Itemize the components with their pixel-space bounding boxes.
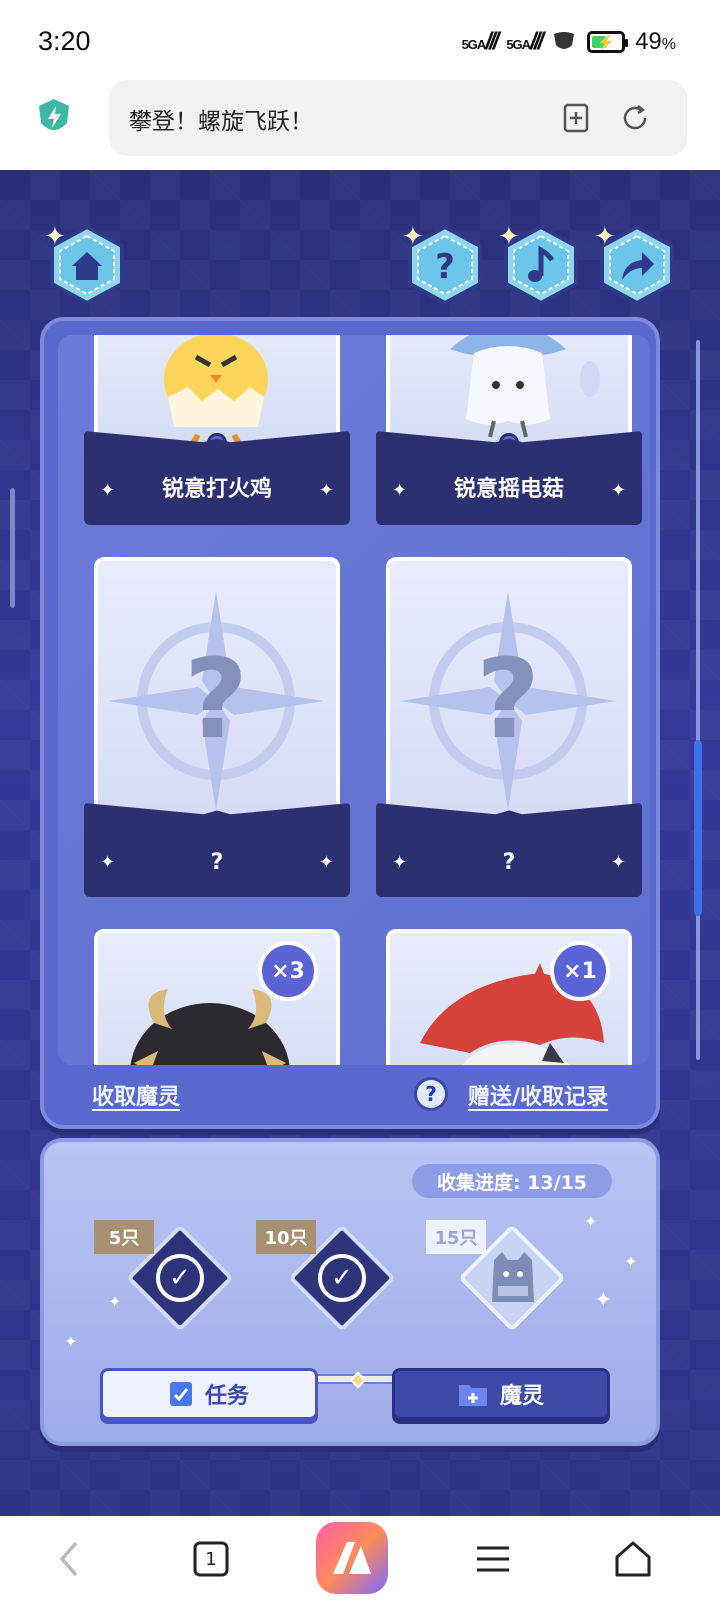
card-art: ? xyxy=(94,557,340,827)
hamburger-menu-icon xyxy=(477,1546,509,1572)
back-button[interactable] xyxy=(46,1536,92,1582)
card-scroll-thumb[interactable] xyxy=(694,740,702,916)
collection-panel: ✦ 锐意打火鸡 ✦ ✦ 锐意摇电菇 ✦ ? ✦ ? ✦ ? ✦ ? ✦ ×3 ×… xyxy=(40,317,660,1129)
sparkle-icon: ✦ xyxy=(594,222,616,252)
ai-logo-icon xyxy=(333,1542,371,1574)
tabs-button[interactable]: 1 xyxy=(188,1536,234,1582)
help-question-icon[interactable]: ? xyxy=(414,1077,448,1111)
card-name: 锐意打火鸡 xyxy=(161,477,272,502)
chevron-left-icon xyxy=(59,1541,78,1577)
check-icon: ✓ xyxy=(318,1254,366,1302)
status-bar: 3:20 5GA/// 5GA/// ⚡ 49% xyxy=(0,0,720,80)
spirit-card[interactable]: ✦ 锐意打火鸡 ✦ xyxy=(84,335,350,525)
spirit-card[interactable]: ×1 xyxy=(376,929,642,1065)
card-grid[interactable]: ✦ 锐意打火鸡 ✦ ✦ 锐意摇电菇 ✦ ? ✦ ? ✦ ? ✦ ? ✦ ×3 ×… xyxy=(58,335,650,1065)
task-button[interactable]: 任务 xyxy=(100,1368,318,1420)
sparkle-icon: ✦ xyxy=(318,480,334,501)
progress-title: 收集进度: 13/15 xyxy=(412,1164,612,1198)
milestone-label: 10只 xyxy=(256,1220,316,1254)
security-shield-icon[interactable] xyxy=(36,97,72,137)
reload-icon[interactable] xyxy=(619,102,651,134)
sparkle-icon: ✦ xyxy=(402,222,424,252)
ai-assistant-button[interactable] xyxy=(316,1522,388,1594)
music-button[interactable]: ✦ xyxy=(498,222,582,306)
battery-percent: 49% xyxy=(635,28,676,55)
home-outline-icon xyxy=(615,1541,651,1577)
share-button[interactable]: ✦ xyxy=(594,222,678,306)
card-scroll-track[interactable] xyxy=(696,340,700,1060)
sparkle-icon: ✦ xyxy=(610,480,626,501)
card-nameplate: ✦ ? ✦ xyxy=(84,803,350,897)
card-nameplate: ✦ ? ✦ xyxy=(376,803,642,897)
sparkle-icon: ✦ xyxy=(318,852,334,873)
milestone-5[interactable]: ✓ 5只 xyxy=(94,1220,234,1332)
svg-text:?: ? xyxy=(184,635,248,763)
task-doc-icon xyxy=(169,1382,192,1406)
gift-record-link[interactable]: 赠送/收取记录 xyxy=(468,1079,608,1111)
page-scrollbar[interactable] xyxy=(10,488,15,608)
panel-footer: 收取魔灵 ? 赠送/收取记录 xyxy=(58,1069,650,1119)
signal-icon: 5GA/// xyxy=(506,28,544,55)
clock: 3:20 xyxy=(38,26,91,56)
locked-card[interactable]: ? ✦ ? ✦ xyxy=(376,557,642,897)
folder-add-icon xyxy=(458,1385,487,1406)
home-nav-button[interactable] xyxy=(610,1536,656,1582)
milestone-label: 5只 xyxy=(94,1220,154,1254)
svg-text:?: ? xyxy=(476,635,540,763)
battery-icon: ⚡ xyxy=(587,31,629,53)
sparkle-icon: ✦ xyxy=(610,852,626,873)
card-nameplate: ✦ 锐意打火鸡 ✦ xyxy=(84,431,350,525)
milestone-10[interactable]: ✓ 10只 xyxy=(256,1220,396,1332)
spirit-button-label: 魔灵 xyxy=(499,1384,544,1409)
card-nameplate: ✦ 锐意摇电菇 ✦ xyxy=(376,431,642,525)
milestone-label: 15只 xyxy=(426,1220,486,1254)
card-art: ? xyxy=(386,557,632,827)
signal-icon: 5GA/// xyxy=(461,28,500,55)
collection-progress-panel: 收集进度: 13/15 ✓ 5只 ✓ 10只 15只 ✦ ✦ ✦ ✦ ✦ 任务 … xyxy=(40,1138,660,1446)
locked-question-icon: ? xyxy=(400,591,616,811)
cat-bag-icon xyxy=(492,1252,534,1302)
check-icon: ✓ xyxy=(156,1254,204,1302)
card-name: ? xyxy=(502,850,516,875)
collect-spirit-link[interactable]: 收取魔灵 xyxy=(92,1079,180,1111)
sparkle-icon: ✦ xyxy=(64,1332,78,1351)
url-field[interactable]: 攀登！螺旋飞跃！ xyxy=(109,80,687,156)
help-button[interactable]: ? ✦ xyxy=(402,222,486,306)
card-name: ? xyxy=(210,850,224,875)
browser-bottom-nav: 1 xyxy=(0,1516,720,1602)
card-name: 锐意摇电菇 xyxy=(453,477,564,502)
tab-count: 1 xyxy=(205,1548,217,1570)
browser-address-bar: 攀登！螺旋飞跃！ xyxy=(0,80,720,170)
game-area: ✦ ? ✦ ✦ ✦ ✦ 锐意打火鸡 ✦ ✦ 锐意摇电菇 ✦ ? ✦ ? ✦ ? … xyxy=(0,170,720,1516)
home-button[interactable]: ✦ xyxy=(44,222,128,306)
count-badge: ×3 xyxy=(258,941,318,1001)
status-icons: 5GA/// 5GA/// ⚡ 49% xyxy=(462,28,676,56)
locked-question-icon: ? xyxy=(108,591,324,811)
spirit-card[interactable]: ×3 xyxy=(84,929,350,1065)
milestone-15[interactable]: 15只 xyxy=(426,1220,566,1332)
page-title: 攀登！螺旋飞跃！ xyxy=(129,109,313,135)
sparkle-icon: ✦ xyxy=(624,1252,638,1271)
task-button-label: 任务 xyxy=(204,1384,249,1409)
svg-text:?: ? xyxy=(435,247,455,287)
vpn-shield-icon xyxy=(554,32,575,49)
sparkle-icon: ✦ xyxy=(594,1288,613,1313)
add-bookmark-icon[interactable] xyxy=(561,102,593,134)
count-badge: ×1 xyxy=(550,941,610,1001)
sparkle-icon: ✦ xyxy=(108,1292,122,1311)
sparkle-icon: ✦ xyxy=(498,222,520,252)
menu-button[interactable] xyxy=(470,1536,516,1582)
sparkle-icon: ✦ xyxy=(584,1212,598,1231)
sparkle-icon: ✦ xyxy=(44,222,66,252)
locked-card[interactable]: ? ✦ ? ✦ xyxy=(84,557,350,897)
spirit-button[interactable]: 魔灵 xyxy=(392,1368,610,1420)
spirit-card[interactable]: ✦ 锐意摇电菇 ✦ xyxy=(376,335,642,525)
